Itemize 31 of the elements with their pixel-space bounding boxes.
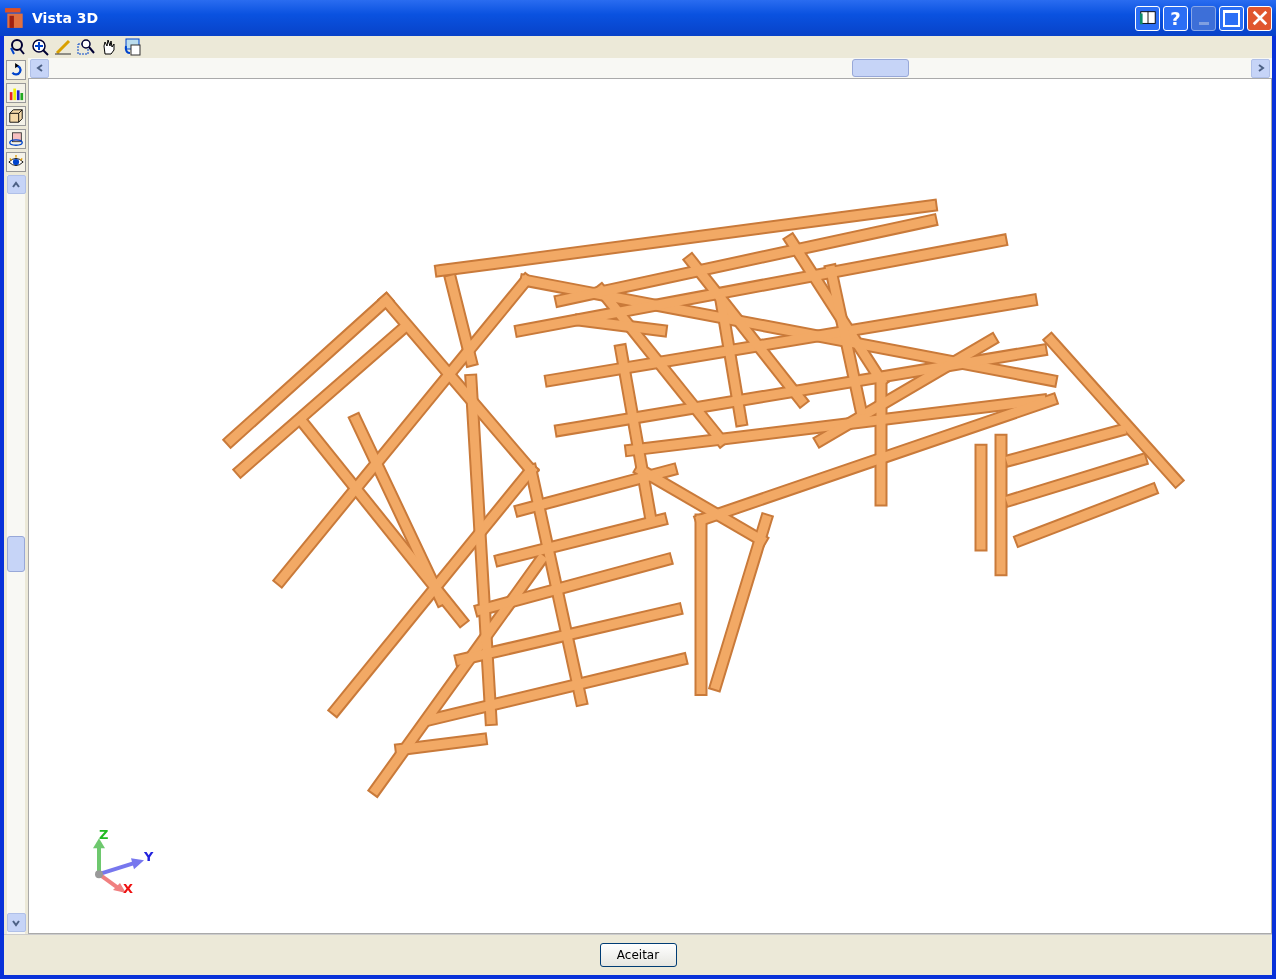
zoom-rotate-icon[interactable] xyxy=(8,38,26,56)
3d-viewport[interactable]: Z Y X xyxy=(28,78,1272,934)
scroll-up-button[interactable] xyxy=(6,175,26,194)
scroll-right-button[interactable] xyxy=(1251,58,1270,78)
axis-label: Z xyxy=(99,827,109,843)
app-icon xyxy=(4,7,26,29)
rotate-cube-icon[interactable] xyxy=(6,129,26,149)
axis-label: Y xyxy=(144,849,154,865)
hand-icon[interactable] xyxy=(100,38,118,56)
zoom-window-icon[interactable] xyxy=(77,38,95,56)
window-title: Vista 3D xyxy=(32,10,100,26)
eye-icon[interactable] xyxy=(6,152,26,172)
accept-button[interactable]: Aceitar xyxy=(599,943,677,967)
scroll-thumb[interactable] xyxy=(7,535,25,572)
close-button[interactable] xyxy=(1247,5,1272,31)
cube-icon[interactable] xyxy=(6,106,26,126)
axis-triad-drawing xyxy=(93,838,144,894)
bar-chart-icon[interactable] xyxy=(6,83,26,103)
axis-label: X xyxy=(123,881,133,897)
pencil-icon[interactable] xyxy=(54,38,72,56)
maximize-button[interactable] xyxy=(1219,5,1244,31)
scroll-down-button[interactable] xyxy=(6,913,26,932)
caret-up-icon xyxy=(11,179,21,190)
scroll-thumb[interactable] xyxy=(852,59,909,77)
copy-window-icon[interactable] xyxy=(123,38,141,56)
scroll-left-button[interactable] xyxy=(30,58,49,78)
book-icon[interactable] xyxy=(1135,5,1160,31)
caret-left-icon xyxy=(34,63,45,73)
zoom-extents-icon[interactable] xyxy=(31,38,49,56)
help-button[interactable]: ? xyxy=(1163,5,1188,31)
rotate-icon[interactable] xyxy=(6,60,26,80)
